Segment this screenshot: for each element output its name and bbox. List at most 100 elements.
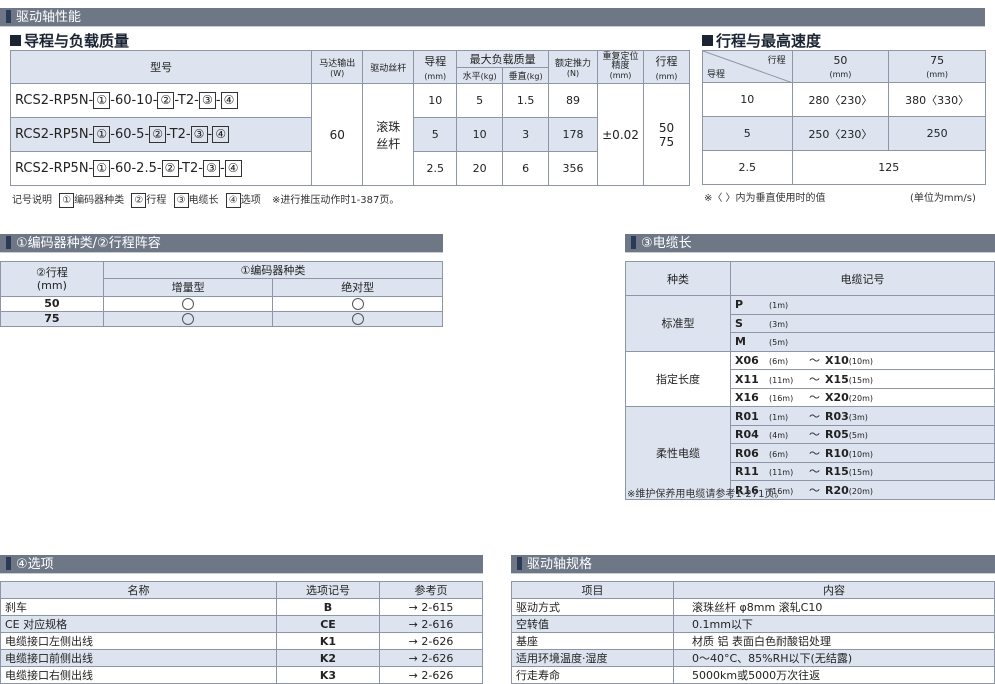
options-col-page: 参考页 [379,581,483,599]
square-bullet-icon [702,35,713,46]
encoder-col-abs: 绝对型 [272,278,443,297]
spec-item: 空转值 [511,615,674,633]
option-name: 电缆接口前侧出线 [0,649,277,667]
cable-code: S (3m) [730,313,995,333]
option-code: K1 [276,632,380,650]
speed-value: 250〈230〉 [791,116,890,151]
load-legend: 记号说明 ① 编码器种类 ② 行程 ③ 电缆长 ④ 选项 ※进行推压动作时1-387页。 [12,193,400,208]
spec-value: 0～40°C、85%RH以下(无结露) [673,649,995,667]
cable-note: ※维护保养用电缆请参考1-271页。 [627,489,785,500]
speed-value: 125 [791,150,987,185]
option-code: K2 [276,649,380,667]
speed-section-title: 行程与最高速度 [702,30,821,51]
option-page: → 2-616 [379,615,483,633]
bar-marker [6,10,11,23]
model-cell: RCS2-RP5N- ① -60-2.5- ② -T2- ③ - ④ [9,151,313,186]
load-table: 型号 马达输出 (W) 驱动丝杆 导程 (mm) 最大负载质量 额定推力 (N) 重复… [9,50,691,186]
speed-note-right: (单位为mm/s) [910,193,976,204]
speed-corner-cell: 行程 导程 [702,50,793,83]
spec-item: 行走寿命 [511,666,674,684]
spec-item: 驱动方式 [511,598,674,616]
cable-code: R01 (1m) ～ R03(3m) [730,406,995,426]
option-code: CE [276,615,380,633]
option-name: CE 对应规格 [0,615,277,633]
motor-cell: 60 [311,83,364,186]
square-bullet-icon [10,35,21,46]
col-lead: 导程 (mm) [413,50,458,84]
bar-marker [6,236,11,249]
horizontal-cell: 5 [456,83,504,118]
col-motor: 马达输出 (W) [311,50,364,84]
cable-code: R04 (4m) ～ R05(5m) [730,424,995,444]
circle-icon [272,295,443,312]
bar-marker [6,557,11,570]
drive-cell: 滚珠丝杆 [362,83,415,186]
option-code: K3 [276,666,380,684]
encoder-col-inc: 增量型 [102,278,274,297]
option-code: B [276,598,380,616]
option-page: → 2-615 [379,598,483,616]
speed-note-left: ※〈 〉内为垂直使用时的值 [704,193,826,204]
encoder-section-bar: ①编码器种类/②行程阵容 [0,234,443,253]
col-horizontal: 水平(kg) [456,67,504,84]
speed-lead: 10 [702,82,793,117]
lead-cell: 2.5 [413,151,458,186]
speed-lead: 5 [702,116,793,151]
spec-value: 材质 铝 表面白色耐酸铝处理 [673,632,995,650]
cable-code: M (5m) [730,332,995,352]
top-bar-title: 驱动轴性能 [16,10,82,25]
thrust-cell: 356 [548,151,599,186]
options-col-name: 名称 [0,581,277,599]
option-name: 电缆接口左侧出线 [0,632,277,650]
spec-value: 5000km或5000万次往返 [673,666,995,684]
speed-table: 行程 导程 50 (mm) 75 (mm) 10 280〈230〉 380〈330〉… [702,50,987,185]
speed-value: 250 [888,116,986,151]
thrust-cell: 178 [548,117,599,152]
encoder-table: ②行程 (mm) ①编码器种类 增量型 绝对型 50 75 [0,260,444,328]
model-cell: RCS2-RP5N- ① -60-10- ② -T2- ③ - ④ [9,83,313,118]
spec-item: 基座 [511,632,674,650]
repeat-cell: ±0.02 [597,83,644,186]
option-name: 刹车 [0,598,277,616]
horizontal-cell: 10 [456,117,504,152]
speed-value: 380〈330〉 [888,82,986,117]
spec-section-bar: 驱动轴规格 [511,555,995,574]
options-col-code: 选项记号 [276,581,380,599]
options-section-bar: ④选项 [0,555,483,574]
options-table: 名称 选项记号 参考页 刹车 B → 2-615 CE 对应规格 CE → 2-616 … [0,581,483,684]
encoder-stroke: 75 [0,310,104,328]
bar-marker [517,557,522,570]
bar-marker [631,236,636,249]
lead-cell: 10 [413,83,458,118]
model-cell: RCS2-RP5N- ① -60-5- ② -T2- ③ - ④ [9,117,313,152]
encoder-col-stroke: ②行程 (mm) [0,261,104,297]
option-page: → 2-626 [379,632,483,650]
spec-item: 适用环境温度·湿度 [511,649,674,667]
encoder-col-type: ①编码器种类 [102,260,444,280]
option-page: → 2-626 [379,649,483,667]
spec-col-value: 内容 [673,581,995,599]
stroke-cell: 50 75 [642,83,691,186]
cable-code: R11 (11m) ～ R15(15m) [730,461,995,481]
col-vertical: 垂直(kg) [502,67,550,84]
speed-lead: 2.5 [702,150,793,185]
vertical-cell: 3 [502,117,550,152]
col-repeat: 重复定位精度 (mm) [597,50,644,84]
cable-type: 指定长度 [625,350,731,407]
circle-icon [272,310,443,328]
encoder-stroke: 50 [0,295,104,312]
lead-cell: 5 [413,117,458,152]
speed-value: 280〈230〉 [791,82,890,117]
circle-icon [102,310,274,328]
col-model: 型号 [9,50,313,84]
cable-col-type: 种类 [625,261,731,296]
cable-type: 标准型 [625,295,731,352]
col-drive: 驱动丝杆 [362,50,415,84]
thrust-cell: 89 [548,83,599,118]
spec-col-item: 项目 [511,581,674,599]
load-section-title: 导程与负载质量 [10,30,129,51]
cable-code: R06 (6m) ～ R10(10m) [730,443,995,463]
cable-table: 种类 电缆记号 标准型 P (1m) S (3m) M (5m) 指定长度 X06 (6m) ～ X1… [625,261,995,500]
spec-value: 滚珠丝杆 φ8mm 滚轧C10 [673,598,995,616]
vertical-cell: 6 [502,151,550,186]
